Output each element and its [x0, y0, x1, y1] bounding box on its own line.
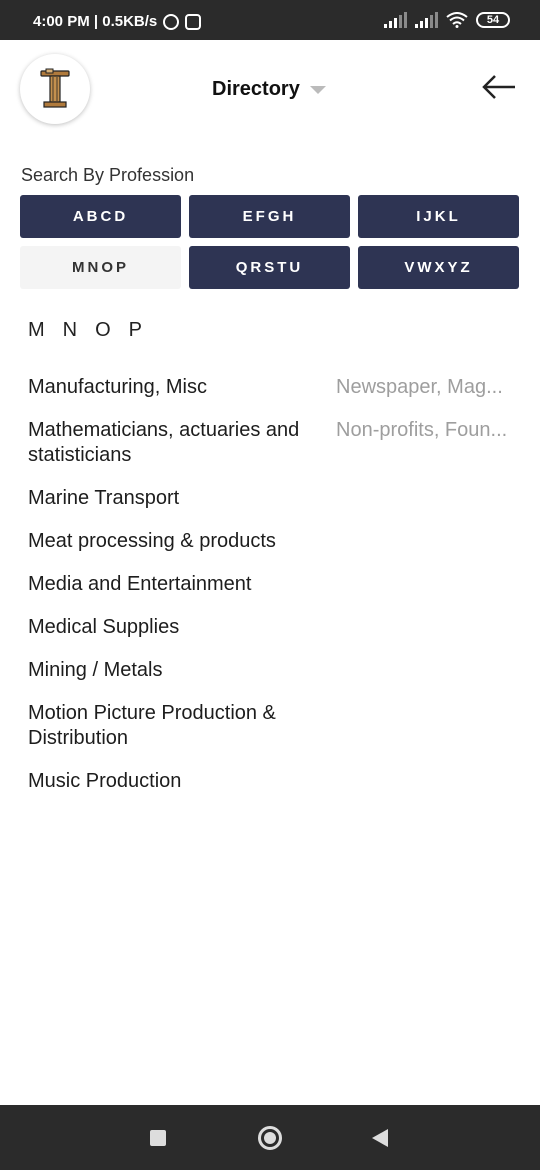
- status-left: 4:00 PM | 0.5KB/s: [33, 13, 202, 30]
- list-item[interactable]: Mining / Metals: [28, 658, 318, 683]
- app-logo[interactable]: [20, 54, 90, 124]
- letter-group-vwxyz-button[interactable]: VWXYZ: [358, 246, 519, 289]
- signal-icon-2: [415, 12, 438, 28]
- battery-icon: 54: [476, 12, 510, 28]
- app-header: Directory: [0, 40, 540, 140]
- letter-group-abcd-button[interactable]: ABCD: [20, 195, 181, 238]
- list-item[interactable]: Newspaper, Mag...: [336, 375, 526, 400]
- profession-list: Manufacturing, Misc Mathematicians, actu…: [28, 375, 318, 812]
- back-button[interactable]: [480, 70, 518, 104]
- arrow-left-icon: [482, 75, 515, 99]
- list-item[interactable]: Music Production: [28, 769, 318, 794]
- caret-down-icon: [309, 85, 326, 94]
- letter-group-efgh-button[interactable]: EFGH: [189, 195, 350, 238]
- status-right: 54: [384, 12, 510, 28]
- search-by-profession-label: Search By Profession: [21, 165, 195, 185]
- list-item[interactable]: Motion Picture Production & Distribution: [28, 701, 318, 751]
- recents-button[interactable]: [150, 1130, 166, 1146]
- list-item[interactable]: Media and Entertainment: [28, 572, 318, 597]
- instagram-icon: [185, 13, 202, 30]
- alarm-icon: [163, 13, 180, 30]
- status-time: 4:00 PM | 0.5KB/s: [33, 13, 158, 30]
- list-item[interactable]: Meat processing & products: [28, 529, 318, 554]
- list-item[interactable]: Medical Supplies: [28, 615, 318, 640]
- signal-icon: [384, 12, 407, 28]
- list-item[interactable]: Non-profits, Foun...: [336, 418, 526, 443]
- system-nav-bar: [0, 1105, 540, 1170]
- list-item[interactable]: Mathematicians, actuaries and statistici…: [28, 418, 318, 468]
- letter-group-grid: ABCD EFGH IJKL MNOP QRSTU VWXYZ: [20, 195, 520, 289]
- letter-group-ijkl-button[interactable]: IJKL: [358, 195, 519, 238]
- pillar-logo-icon: [40, 68, 70, 108]
- letter-group-mnop-button[interactable]: MNOP: [20, 246, 181, 289]
- system-back-button[interactable]: [372, 1129, 388, 1147]
- letter-group-qrstu-button[interactable]: QRSTU: [189, 246, 350, 289]
- status-bar: 4:00 PM | 0.5KB/s 54: [0, 0, 540, 40]
- page-title: Directory: [212, 78, 300, 100]
- profession-list-secondary: Newspaper, Mag... Non-profits, Foun...: [336, 375, 526, 461]
- home-button[interactable]: [258, 1126, 282, 1150]
- section-heading: MNOP: [28, 319, 160, 341]
- list-item[interactable]: Marine Transport: [28, 486, 318, 511]
- wifi-icon: [446, 12, 468, 28]
- directory-dropdown[interactable]: Directory: [212, 78, 326, 101]
- list-item[interactable]: Manufacturing, Misc: [28, 375, 318, 400]
